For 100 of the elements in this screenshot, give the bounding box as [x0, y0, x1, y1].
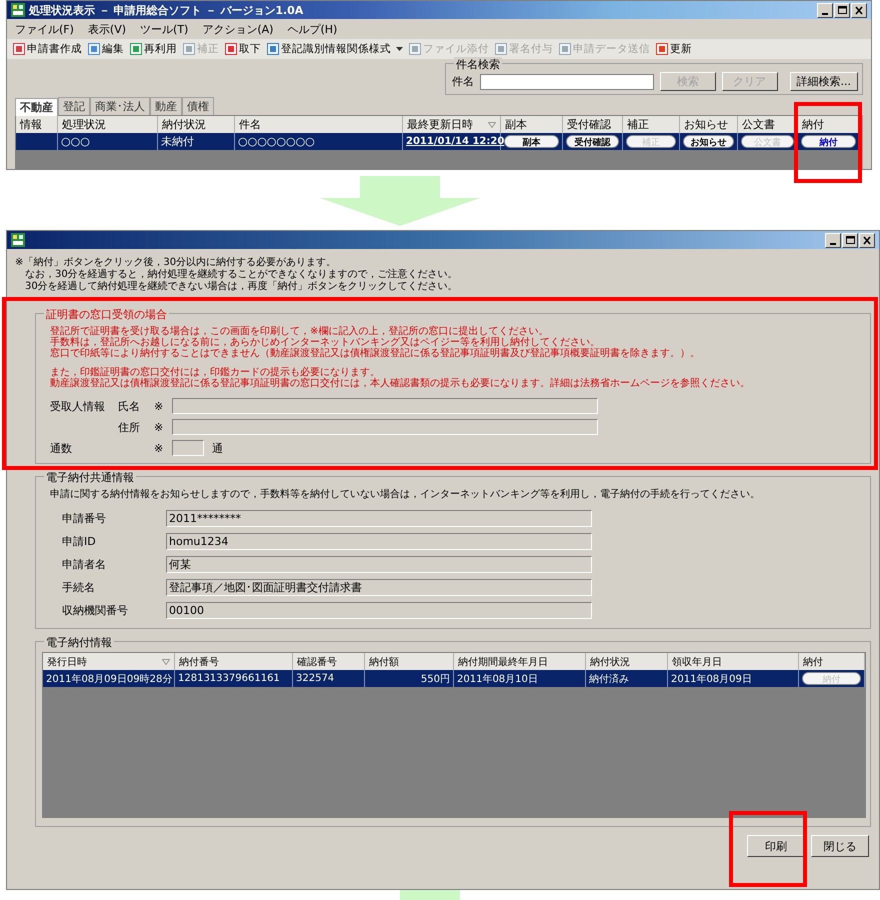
toolbar-button[interactable]: 再利用 — [130, 42, 177, 56]
table-cell: ○○○ — [61, 135, 90, 148]
minimize-icon[interactable] — [825, 232, 841, 248]
field-label: 氏名 — [117, 398, 140, 414]
warning-text: 窓口で印紙等により納付することはできません（動産譲渡登記又は債権譲渡登記に係る登記事項証明書及び登記事項概要証明書を除きます。）。 — [50, 348, 701, 359]
table-cell-text: 納付済み — [589, 672, 629, 686]
field-label: 申請者名 — [62, 557, 107, 572]
search-field[interactable] — [480, 74, 654, 90]
table-cell-text: 2011年08月09日 — [671, 672, 752, 686]
menu-item[interactable]: ヘルプ(H) — [287, 22, 338, 36]
tab[interactable]: 不動産 — [15, 98, 58, 116]
menu-item[interactable]: ファイル(F) — [15, 22, 74, 36]
table-cell-text: 2011年08月09日09時28分 — [46, 672, 172, 686]
search-button[interactable]: 詳細検索... — [790, 72, 858, 91]
column-label: 納付期間最終年月日 — [458, 656, 548, 668]
field-label: 収納機関番号 — [62, 603, 129, 618]
document-icon — [88, 43, 100, 55]
tab[interactable]: 債権 — [182, 97, 214, 115]
maximize-icon[interactable] — [842, 232, 858, 248]
date-link[interactable]: 2011/01/14 12:20 — [406, 136, 504, 147]
column-label: 受付確認 — [567, 117, 611, 132]
sort-icon — [162, 658, 170, 664]
tab[interactable]: 商業･法人 — [90, 97, 150, 115]
menu-item[interactable]: ツール(T) — [140, 22, 188, 36]
column-label: お知らせ — [684, 117, 728, 132]
table-cell: 322574 — [296, 673, 334, 684]
readonly-field: homu1234 — [166, 533, 592, 550]
column-label: 納付 — [802, 117, 824, 132]
window-title: 処理状況表示 － 申請用総合ソフト － バージョン1.0A — [29, 2, 304, 18]
toolbar-button[interactable]: 取下 — [225, 42, 261, 56]
description-text: 申請に関する納付情報をお知らせしますので，手数料等を納付していない場合は，インターネットバンキング等を利用し，電子納付の手続を行ってください。 — [50, 488, 761, 501]
text-field[interactable] — [172, 398, 598, 414]
field-label: 申請番号 — [62, 511, 107, 526]
warning-text: 動産譲渡登記又は債権譲渡登記に係る登記事項証明書の窓口交付には，本人確認書類の提示も必要になります。詳細は法務省ホームページを参照ください。 — [50, 378, 751, 389]
toolbar-button[interactable]: 登記識別情報関係様式 — [267, 42, 403, 56]
column-label: 発行日時 — [47, 656, 87, 668]
field-label: 件名 — [452, 74, 474, 89]
document-icon — [13, 43, 25, 55]
maximize-icon[interactable] — [834, 2, 850, 18]
column-label: 件名 — [239, 117, 261, 132]
row-button[interactable]: 副本 — [504, 135, 559, 148]
column-label: 納付番号 — [179, 656, 219, 668]
column-label: 副本 — [505, 117, 527, 132]
field-label: 手続名 — [62, 580, 96, 595]
caret-icon — [396, 47, 403, 51]
column-label: 納付状況 — [590, 656, 630, 668]
app-icon — [11, 3, 25, 17]
field-label: 通数 — [50, 440, 73, 456]
app-icon — [11, 233, 25, 247]
table-cell-text: 2011年08月10日 — [457, 672, 538, 686]
menu-item[interactable]: 表示(V) — [88, 22, 126, 36]
field-label: 受取人情報 — [50, 400, 105, 412]
text-field[interactable] — [172, 419, 598, 435]
close-icon[interactable] — [859, 232, 875, 248]
column-label: 処理状況 — [62, 117, 106, 132]
row-button[interactable]: 納付 — [801, 135, 856, 148]
row-button[interactable]: 受付確認 — [566, 135, 619, 148]
toolbar-button[interactable]: 編集 — [88, 42, 124, 56]
toolbar-button[interactable]: 更新 — [656, 42, 692, 56]
close-icon[interactable] — [851, 2, 867, 18]
document-icon — [656, 43, 668, 55]
column-label: 補正 — [627, 117, 649, 132]
document-icon — [495, 43, 507, 55]
field-label: 申請ID — [62, 534, 97, 549]
tab[interactable]: 登記 — [58, 97, 90, 115]
toolbar-button[interactable]: 申請書作成 — [13, 42, 82, 56]
column-label: 最終更新日時 — [407, 117, 473, 132]
warning-text: また，印鑑証明書の窓口交付には，印鑑カードの提示も必要になります。 — [50, 367, 380, 378]
notice-text: ※「納付」ボタンをクリック後，30分以内に納付する必要があります。 — [15, 257, 338, 268]
table-cell: 1281313379661161 — [178, 673, 280, 684]
document-icon — [267, 43, 279, 55]
group-title: 証明書の窓口受領の場合 — [44, 307, 169, 322]
required-mark: ※ — [154, 400, 164, 412]
document-icon — [409, 43, 421, 55]
minimize-icon[interactable] — [817, 2, 833, 18]
readonly-field: 何某 — [166, 556, 592, 573]
warning-text: 手数料は，登記所へお越しになる前に，あらかじめインターネットバンキング又はペイジー等を利用し納付してください。 — [50, 337, 601, 348]
tab[interactable]: 動産 — [150, 97, 182, 115]
required-mark: ※ — [154, 420, 164, 434]
notice-text: 30分を経過して納付処理を継続できない場合は，再度「納付」ボタンをクリックしてください。 — [24, 281, 459, 293]
document-icon — [559, 43, 571, 55]
count-field[interactable] — [172, 440, 204, 456]
column-label: 納付額 — [369, 656, 399, 668]
menu-item[interactable]: アクション(A) — [202, 22, 274, 36]
notice-text: なお，30分を経過すると，納付処理を継続することができなくなりますので，ご注意ください。 — [24, 269, 459, 280]
dialog-button[interactable]: 印刷 — [747, 835, 805, 857]
column-label: 情報 — [20, 117, 42, 132]
row-button[interactable]: お知らせ — [683, 135, 734, 148]
group-title: 電子納付情報 — [44, 635, 114, 650]
required-mark: ※ — [154, 442, 164, 454]
group-title: 電子納付共通情報 — [44, 470, 136, 485]
document-icon — [183, 43, 195, 55]
dialog-button[interactable]: 閉じる — [811, 835, 869, 857]
column-label: 領収年月日 — [672, 656, 722, 668]
column-label: 納付状況 — [162, 117, 206, 132]
table-cell: 未納付 — [161, 134, 194, 149]
sort-icon — [488, 122, 496, 128]
column-label: 納付 — [803, 656, 823, 668]
field-label: 住所 — [117, 420, 140, 434]
table-cell: ○○○○○○○○ — [238, 135, 315, 148]
